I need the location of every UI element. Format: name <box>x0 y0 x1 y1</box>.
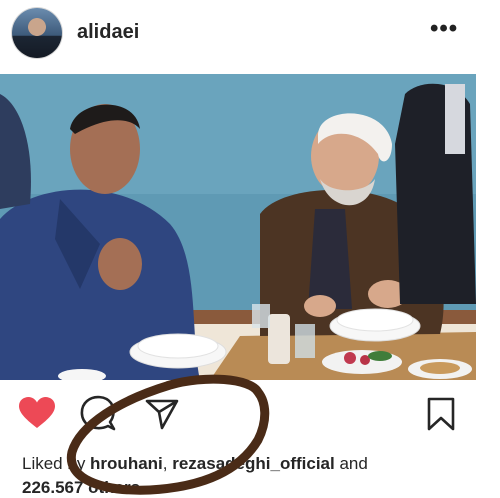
post-header: alidaei ••• <box>0 0 480 66</box>
likes-others[interactable]: 226.567 others <box>22 478 140 498</box>
likes-and: and <box>334 454 368 473</box>
likes-separator: , <box>162 454 173 473</box>
more-options-icon[interactable]: ••• <box>430 17 457 44</box>
heart-icon[interactable] <box>18 396 56 430</box>
likes-line: Liked by hrouhani, rezasadeghi_official … <box>22 454 368 474</box>
likes-prefix: Liked by <box>22 454 91 473</box>
share-icon[interactable] <box>145 398 179 430</box>
liker-username[interactable]: hrouhani <box>90 454 163 473</box>
bookmark-icon[interactable] <box>426 397 456 431</box>
username[interactable]: alidaei <box>77 21 139 44</box>
avatar[interactable] <box>12 8 62 58</box>
post-photo[interactable] <box>0 74 476 380</box>
comment-icon[interactable] <box>80 395 116 431</box>
liker-username[interactable]: rezasadeghi_official <box>172 454 335 473</box>
